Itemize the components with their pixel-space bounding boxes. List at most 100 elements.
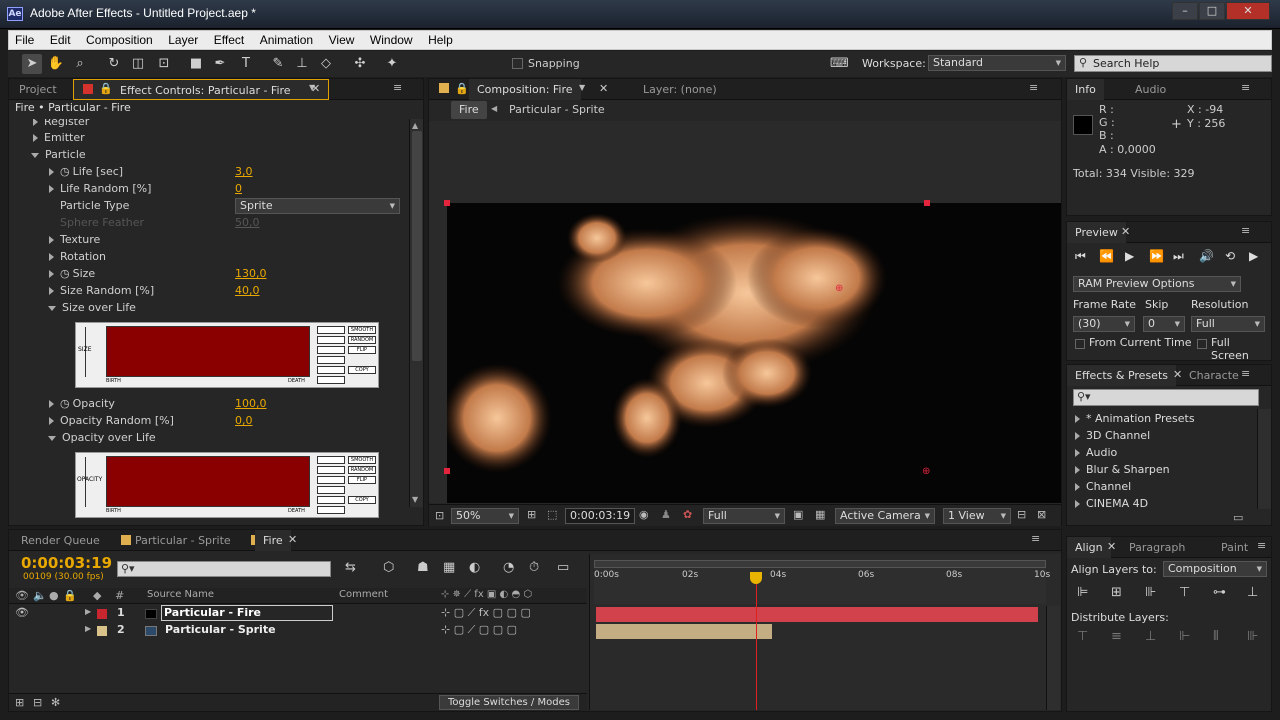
prop-opacity-random[interactable]: Opacity Random [%]: [49, 412, 174, 429]
preset-curve-button[interactable]: [317, 346, 345, 354]
last-frame-icon[interactable]: ⏭: [1173, 249, 1184, 264]
toggle-pixel-icon[interactable]: ⊟: [1017, 508, 1026, 521]
preset-curve-button[interactable]: [317, 506, 345, 514]
prop-life[interactable]: ◷ Life [sec]: [49, 163, 123, 180]
brainstorm-icon[interactable]: ◔: [503, 560, 514, 575]
playhead-line[interactable]: [756, 576, 757, 710]
flip-button[interactable]: FLIP: [348, 476, 376, 484]
preset-curve-button[interactable]: [317, 476, 345, 484]
smooth-button[interactable]: SMOOTH: [348, 326, 376, 334]
in-out-pane-icon[interactable]: ✻: [51, 696, 60, 709]
scroll-up-icon[interactable]: ▲: [412, 121, 418, 130]
prop-rotation[interactable]: Rotation: [49, 248, 106, 265]
align-right-icon[interactable]: ⊪: [1145, 585, 1156, 600]
preset-curve-button[interactable]: [317, 356, 345, 364]
layer-label-color[interactable]: [97, 609, 107, 619]
prop-texture[interactable]: Texture: [49, 231, 100, 248]
resolution-dropdown[interactable]: Full: [703, 508, 785, 524]
panel-menu-icon[interactable]: ≡: [1241, 81, 1250, 94]
graph-editor-icon[interactable]: ▭: [557, 560, 569, 575]
align-to-dropdown[interactable]: Composition: [1163, 561, 1267, 577]
tab-render-queue[interactable]: Render Queue: [13, 530, 108, 551]
frame-blending-icon[interactable]: ▦: [443, 560, 455, 575]
comp-dropdown-icon[interactable]: ▼: [579, 83, 585, 92]
camera-tool-icon[interactable]: ◫: [128, 54, 148, 74]
show-snapshot-icon[interactable]: ♟: [661, 508, 671, 521]
layer-switches-icon[interactable]: ⊹ ▢ ⟋ fx ▢ ▢ ▢: [441, 606, 531, 620]
table-row[interactable]: ▶ 2 Particular - Sprite ⊹ ▢ ⟋ ▢ ▢ ▢: [9, 623, 587, 640]
list-item[interactable]: CINEMA 4D: [1075, 495, 1148, 512]
effect-controls-scrollbar[interactable]: ▲ ▼: [409, 119, 423, 507]
life-random-value[interactable]: 0: [235, 180, 242, 197]
resolution-grid-icon[interactable]: ⊞: [527, 508, 536, 521]
opacity-curve-area[interactable]: [106, 456, 310, 507]
preset-curve-button[interactable]: [317, 496, 345, 504]
work-area-bar[interactable]: [594, 560, 1046, 568]
lock-column-icon[interactable]: 🔒: [63, 589, 77, 602]
prop-size-over-life[interactable]: Size over Life: [48, 299, 136, 316]
list-item[interactable]: Audio: [1075, 444, 1117, 461]
expand-layer-icon[interactable]: ▶: [85, 607, 91, 616]
visibility-column-icon[interactable]: 👁: [15, 589, 29, 602]
switches-header-icon[interactable]: ⊹ ✵ ⟋ fx ▣ ◐ ◓ ⬡: [441, 589, 532, 600]
prop-opacity[interactable]: ◷ Opacity: [49, 395, 115, 412]
viewer-area[interactable]: ⊕ ⊕: [429, 121, 1061, 503]
selection-tool-icon[interactable]: ➤: [22, 54, 42, 74]
scroll-thumb[interactable]: [412, 131, 422, 361]
prop-particle[interactable]: Particle: [31, 146, 86, 163]
pan-behind-tool-icon[interactable]: ⊡: [154, 54, 174, 74]
layer-bar-fire[interactable]: [596, 607, 1038, 622]
preset-curve-button[interactable]: [317, 466, 345, 474]
fast-previews-icon[interactable]: ▣: [793, 508, 803, 521]
from-current-checkbox[interactable]: [1075, 339, 1085, 349]
tab-effects-presets[interactable]: Effects & Presets: [1067, 365, 1176, 386]
preset-curve-button[interactable]: [317, 336, 345, 344]
table-row[interactable]: 👁 ▶ 1 Particular - Fire ⊹ ▢ ⟋ fx ▢ ▢ ▢: [9, 605, 587, 623]
preset-curve-button[interactable]: [317, 376, 345, 384]
ram-preview-options-dropdown[interactable]: RAM Preview Options: [1073, 276, 1241, 292]
menu-animation[interactable]: Animation: [254, 31, 319, 49]
layer-name[interactable]: Particular - Sprite: [165, 623, 276, 636]
distribute-bottom-icon[interactable]: ⊥: [1145, 629, 1156, 644]
effects-scrollbar[interactable]: [1257, 409, 1271, 509]
menu-composition[interactable]: Composition: [80, 31, 159, 49]
label-column-icon[interactable]: ◆: [93, 589, 101, 602]
smooth-button[interactable]: SMOOTH: [348, 456, 376, 464]
layer-switches-pane-icon[interactable]: ⊞: [15, 696, 24, 709]
timeline-search-field[interactable]: ⚲▾: [117, 561, 331, 577]
region-of-interest-icon[interactable]: ⬚: [547, 508, 557, 521]
effects-search-field[interactable]: ⚲▾: [1073, 389, 1259, 406]
transparency-grid-icon[interactable]: ▦: [815, 508, 825, 521]
align-vcenter-icon[interactable]: ⊶: [1213, 585, 1226, 600]
rotate-tool-icon[interactable]: ↻: [104, 54, 124, 74]
timeline-graph[interactable]: 0:00s 02s 04s 06s 08s 10s: [589, 554, 1061, 710]
full-screen-checkbox[interactable]: [1197, 339, 1207, 349]
life-value[interactable]: 3,0: [235, 163, 253, 180]
playhead-handle[interactable]: [750, 572, 762, 584]
search-help-field[interactable]: ⚲ Search Help: [1074, 55, 1272, 72]
emitter-position-icon[interactable]: ⊕: [835, 283, 843, 294]
tab-info[interactable]: Info: [1067, 79, 1104, 100]
flip-button[interactable]: FLIP: [348, 346, 376, 354]
list-item[interactable]: 3D Channel: [1075, 427, 1150, 444]
always-preview-icon[interactable]: ⊡: [435, 509, 444, 522]
prop-opacity-over-life[interactable]: Opacity over Life: [48, 429, 156, 446]
stopwatch-icon[interactable]: ◷: [60, 397, 70, 410]
tab-close-icon[interactable]: ✕: [599, 82, 608, 95]
panel-menu-icon[interactable]: ≡: [1257, 539, 1266, 552]
prop-emitter[interactable]: Emitter: [33, 129, 85, 146]
align-hcenter-icon[interactable]: ⊞: [1111, 585, 1122, 600]
breadcrumb-fire[interactable]: Fire: [451, 101, 487, 119]
motion-blur-icon[interactable]: ◐: [469, 560, 480, 575]
menu-window[interactable]: Window: [364, 31, 419, 49]
anchor-point-icon[interactable]: ⊕: [922, 466, 930, 477]
views-dropdown[interactable]: 1 View: [943, 508, 1011, 524]
ram-preview-icon[interactable]: ▶: [1249, 249, 1258, 263]
tab-align[interactable]: Align: [1067, 537, 1111, 558]
layer-handle[interactable]: [444, 468, 450, 474]
workspace-dropdown[interactable]: Standard: [928, 55, 1066, 71]
distribute-vcenter-icon[interactable]: ≡: [1111, 629, 1122, 644]
tab-close-icon[interactable]: ✕: [288, 533, 297, 546]
list-item[interactable]: * Animation Presets: [1075, 410, 1195, 427]
opacity-random-value[interactable]: 0,0: [235, 412, 253, 429]
